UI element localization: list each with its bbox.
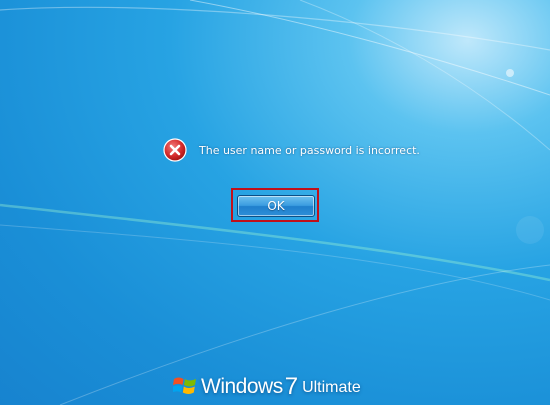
brand-edition: Ultimate (302, 379, 361, 396)
error-icon (163, 138, 187, 162)
brand-product-name: Windows (201, 375, 283, 398)
windows-logo-icon (173, 377, 196, 394)
login-error-message: The user name or password is incorrect. (163, 137, 420, 163)
ok-button[interactable]: OK (237, 195, 315, 217)
brand-version: 7 (284, 373, 299, 400)
windows-branding: Windows 7 Ultimate (173, 370, 361, 400)
error-message-text: The user name or password is incorrect. (199, 143, 420, 157)
